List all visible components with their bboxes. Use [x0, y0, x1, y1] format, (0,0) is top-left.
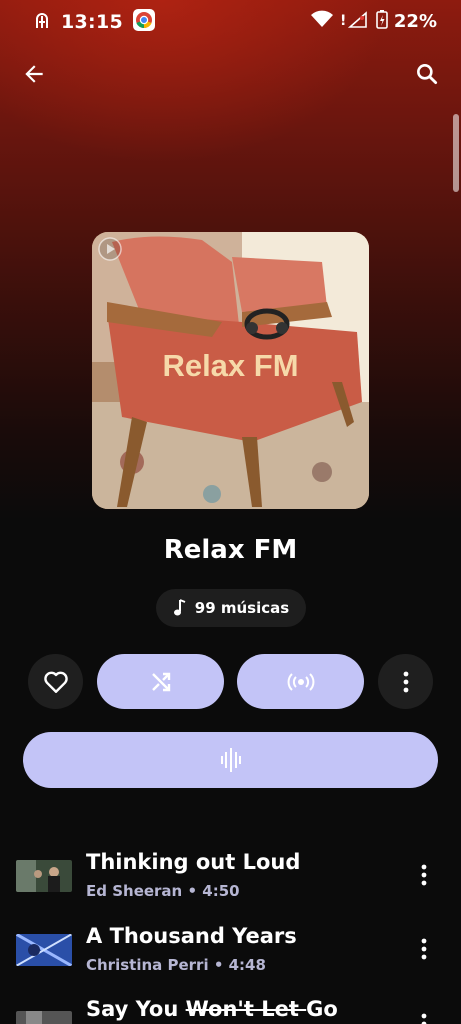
search-icon: [417, 64, 438, 85]
chrome-icon: [132, 9, 155, 35]
waveform-play-icon: [220, 748, 241, 772]
cover-title: Relax FM: [162, 348, 299, 383]
svg-text:!: !: [340, 13, 346, 29]
search-button[interactable]: [411, 58, 443, 90]
track-thumbnail: [16, 1011, 72, 1024]
song-count: 99 músicas: [194, 599, 290, 617]
track-more-button[interactable]: [412, 934, 436, 964]
track-thumbnail: [16, 860, 72, 892]
track-more-button[interactable]: [412, 860, 436, 890]
more-vertical-icon: [421, 1013, 427, 1024]
wifi-icon: [310, 10, 334, 32]
track-more-button[interactable]: [412, 1009, 436, 1024]
track-title: Say You Won't Let Go: [86, 997, 338, 1021]
track-subtitle: Ed Sheeran • 4:50: [86, 882, 240, 900]
accessibility-icon: [33, 10, 51, 34]
playlist-title: Relax FM: [163, 535, 298, 565]
radio-broadcast-icon: [287, 672, 314, 691]
status-bar: 13:15 ! 22%: [0, 0, 461, 40]
back-button[interactable]: [18, 58, 50, 90]
battery-percent: 22%: [393, 10, 437, 32]
cover-play-icon: [97, 236, 123, 262]
song-count-chip: 99 músicas: [156, 589, 306, 627]
track-row[interactable]: Say You Won't Let Go: [0, 997, 461, 1024]
arrow-back-icon: [25, 65, 43, 83]
track-subtitle: Christina Perri • 4:48: [86, 956, 266, 974]
track-row[interactable]: A Thousand Years Christina Perri • 4:48: [0, 924, 461, 988]
shuffle-icon: [151, 672, 170, 691]
music-note-icon: [173, 599, 186, 616]
more-vertical-icon: [421, 938, 427, 960]
like-button[interactable]: [28, 654, 83, 709]
shuffle-button[interactable]: [97, 654, 224, 709]
radio-button[interactable]: [237, 654, 364, 709]
track-row[interactable]: Thinking out Loud Ed Sheeran • 4:50: [0, 850, 461, 914]
play-button[interactable]: [23, 732, 438, 788]
more-options-button[interactable]: [378, 654, 433, 709]
track-title: Thinking out Loud: [86, 850, 301, 874]
track-thumbnail: [16, 934, 72, 966]
track-title: A Thousand Years: [86, 924, 297, 948]
battery-charging-icon: [376, 9, 388, 33]
status-time: 13:15: [61, 11, 123, 33]
more-vertical-icon: [403, 671, 408, 692]
more-vertical-icon: [421, 864, 427, 886]
scrollbar[interactable]: [453, 114, 459, 192]
heart-outline-icon: [43, 671, 68, 693]
signal-icon: !: [340, 9, 370, 33]
